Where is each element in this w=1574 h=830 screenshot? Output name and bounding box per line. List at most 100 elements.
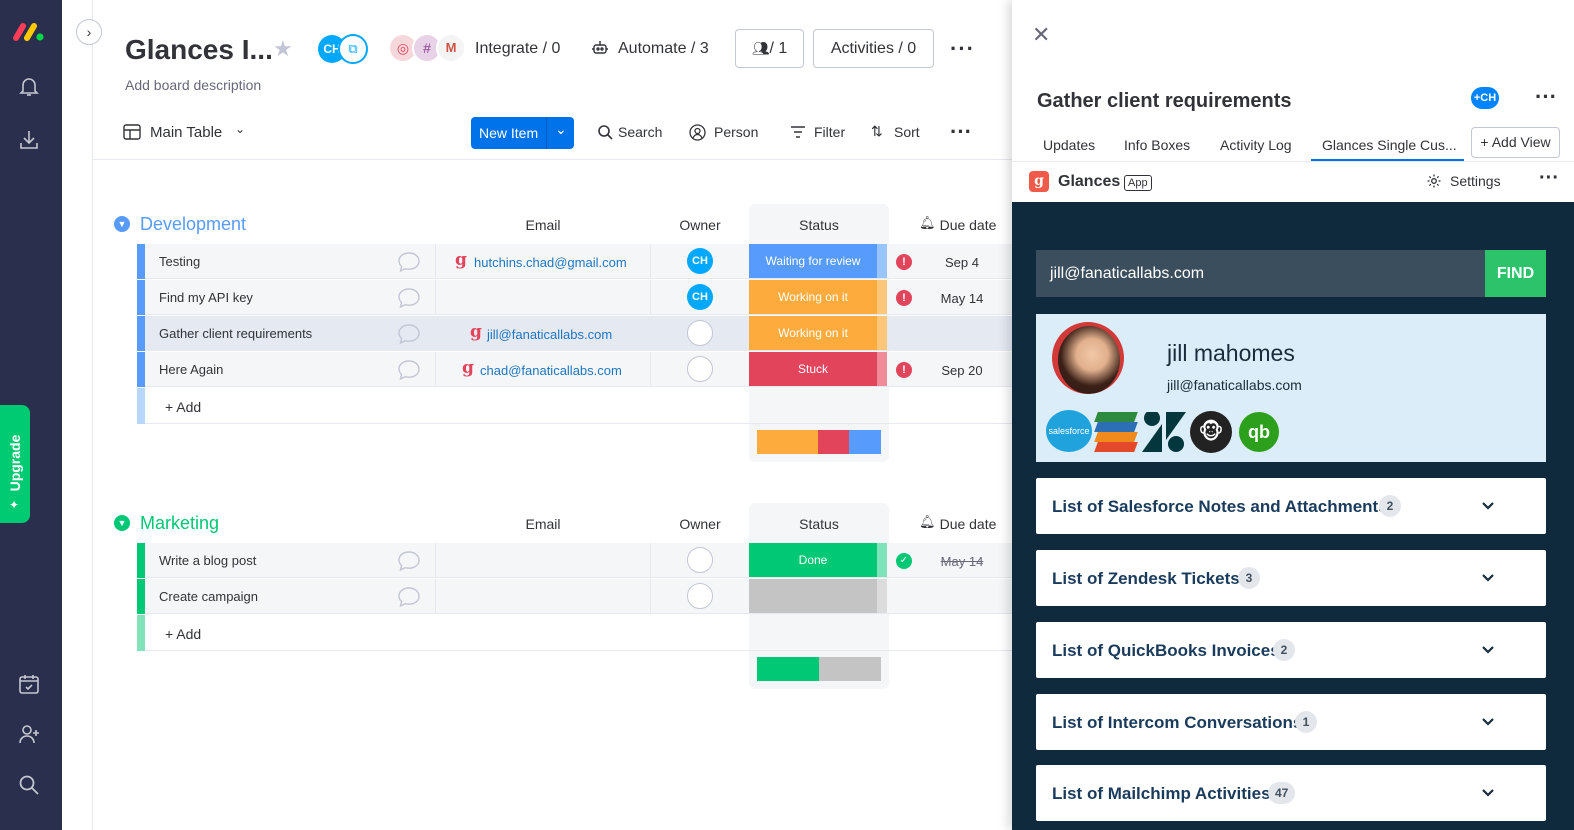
new-item-button[interactable]: New Item ⌄ [471,117,574,149]
monday-logo-icon[interactable] [12,20,46,42]
tab-glances[interactable]: Glances Single Cus... [1322,137,1457,153]
quickbooks-icon[interactable]: qb [1239,412,1279,452]
comment-icon[interactable] [397,287,421,309]
upgrade-button[interactable]: Upgrade ✦ [0,405,30,523]
comment-icon[interactable] [397,251,421,273]
view-name[interactable]: Main Table [150,124,222,141]
comment-icon[interactable] [397,359,421,381]
comment-icon[interactable] [397,586,421,608]
integrate-button[interactable]: Integrate / 0 [475,40,560,58]
item-name[interactable]: Gather client requirements [159,326,312,341]
chevron-down-icon[interactable] [1478,495,1498,515]
accordion-salesforce-notes[interactable]: List of Salesforce Notes and Attachments… [1036,478,1546,534]
accordion-zendesk-tickets[interactable]: List of Zendesk Tickets 3 [1036,550,1546,606]
due-date-cell[interactable]: May 14 [927,291,997,306]
group-title[interactable]: Development [140,214,246,235]
tab-info-boxes[interactable]: Info Boxes [1124,137,1190,153]
column-header-due-date[interactable]: Due date [938,217,998,233]
board-title[interactable]: Glances I... [125,34,273,66]
add-item-row[interactable]: + Add [137,388,1012,424]
item-name[interactable]: Testing [159,254,200,269]
close-icon[interactable]: ✕ [1032,22,1050,48]
tab-activity-log[interactable]: Activity Log [1220,137,1292,153]
filter-button[interactable]: Filter [814,124,845,140]
chevron-down-icon[interactable]: ⌄ [235,122,245,136]
star-icon[interactable]: ★ [273,36,293,62]
invite-user-icon[interactable] [17,722,41,746]
owner-empty-avatar[interactable] [687,547,713,573]
comment-icon[interactable] [397,323,421,345]
board-more-icon[interactable]: ··· [950,36,975,62]
sort-button[interactable]: Sort [894,124,920,140]
download-icon[interactable] [17,128,41,152]
accordion-mailchimp-activities[interactable]: List of Mailchimp Activities 47 [1036,765,1546,821]
expand-sidebar-button[interactable]: › [76,19,102,45]
column-header-owner[interactable]: Owner [660,516,740,532]
column-header-due-date[interactable]: Due date [938,516,998,532]
accordion-intercom-conversations[interactable]: List of Intercom Conversations 1 [1036,694,1546,750]
new-item-dropdown-icon[interactable]: ⌄ [555,121,567,138]
automate-button[interactable]: Automate / 3 [618,40,709,58]
status-cell[interactable]: Working on it [749,316,877,350]
status-cell[interactable]: Done [749,543,877,577]
due-date-cell[interactable]: Sep 20 [927,363,997,378]
table-row[interactable]: Create campaign [137,579,1012,614]
chevron-down-icon[interactable] [1478,567,1498,587]
table-row[interactable]: Gather client requirements g jill@fanati… [137,316,1012,351]
stack-app-icon[interactable] [1094,412,1138,452]
board-description[interactable]: Add board description [125,77,261,93]
email-cell[interactable]: hutchins.chad@gmail.com [474,255,627,270]
owner-empty-avatar[interactable] [687,583,713,609]
column-header-status[interactable]: Status [760,516,878,532]
due-date-cell[interactable]: Sep 4 [927,255,997,270]
chevron-down-icon[interactable] [1478,711,1498,731]
owner-avatar[interactable]: CH [687,248,713,274]
settings-button[interactable]: Settings [1450,173,1501,189]
table-row[interactable]: Write a blog post Done ✓ May 14 [137,543,1012,578]
activities-button[interactable]: Activities / 0 [813,29,934,68]
group-collapse-icon[interactable]: ▼ [114,216,130,232]
accordion-quickbooks-invoices[interactable]: List of QuickBooks Invoices 2 [1036,622,1546,678]
email-search-input[interactable]: jill@fanaticallabs.com [1036,250,1485,297]
zendesk-icon[interactable] [1142,412,1186,452]
mailchimp-icon[interactable]: 🐵︎ [1190,411,1232,453]
add-item-row[interactable]: + Add [137,615,1012,651]
chevron-down-icon[interactable] [1478,782,1498,802]
integration-logos[interactable]: ◎ # M [388,33,468,65]
panel-more-icon[interactable]: ··· [1535,84,1557,110]
search-button[interactable]: Search [618,124,662,140]
toolbar-more-icon[interactable]: ··· [950,119,972,145]
find-button[interactable]: FIND [1485,250,1546,297]
bell-icon[interactable] [17,74,41,98]
status-cell[interactable]: Working on it [749,280,877,314]
board-views-icon[interactable]: ⧉ [338,34,368,64]
column-header-email[interactable]: Email [500,516,586,532]
panel-title[interactable]: Gather client requirements [1037,90,1292,113]
status-cell[interactable]: Waiting for review [749,244,877,278]
item-name[interactable]: Here Again [159,362,223,377]
owner-avatar[interactable]: CH [687,284,713,310]
panel-owner-avatar[interactable]: +CH [1471,87,1499,109]
status-cell[interactable] [749,579,877,613]
column-header-email[interactable]: Email [500,217,586,233]
tab-updates[interactable]: Updates [1043,137,1095,153]
status-cell[interactable]: Stuck [749,352,877,386]
column-header-status[interactable]: Status [760,217,878,233]
members-button[interactable]: 👥︎/ 1 [735,29,804,68]
owner-empty-avatar[interactable] [687,320,713,346]
owner-empty-avatar[interactable] [687,356,713,382]
table-row[interactable]: Testing g hutchins.chad@gmail.com CH Wai… [137,244,1012,279]
email-cell[interactable]: chad@fanaticallabs.com [480,363,622,378]
group-collapse-icon[interactable]: ▼ [114,515,130,531]
salesforce-icon[interactable]: salesforce [1046,410,1092,452]
person-filter-button[interactable]: Person [714,124,758,140]
due-date-cell[interactable]: May 14 [927,554,997,569]
add-view-button[interactable]: + Add View [1471,127,1560,158]
table-row[interactable]: Find my API key CH Working on it ! May 1… [137,280,1012,315]
item-name[interactable]: Create campaign [159,589,258,604]
email-cell[interactable]: jill@fanaticallabs.com [487,327,612,342]
column-header-owner[interactable]: Owner [660,217,740,233]
group-title[interactable]: Marketing [140,513,219,534]
app-more-icon[interactable]: ··· [1539,167,1559,190]
item-name[interactable]: Write a blog post [159,553,256,568]
